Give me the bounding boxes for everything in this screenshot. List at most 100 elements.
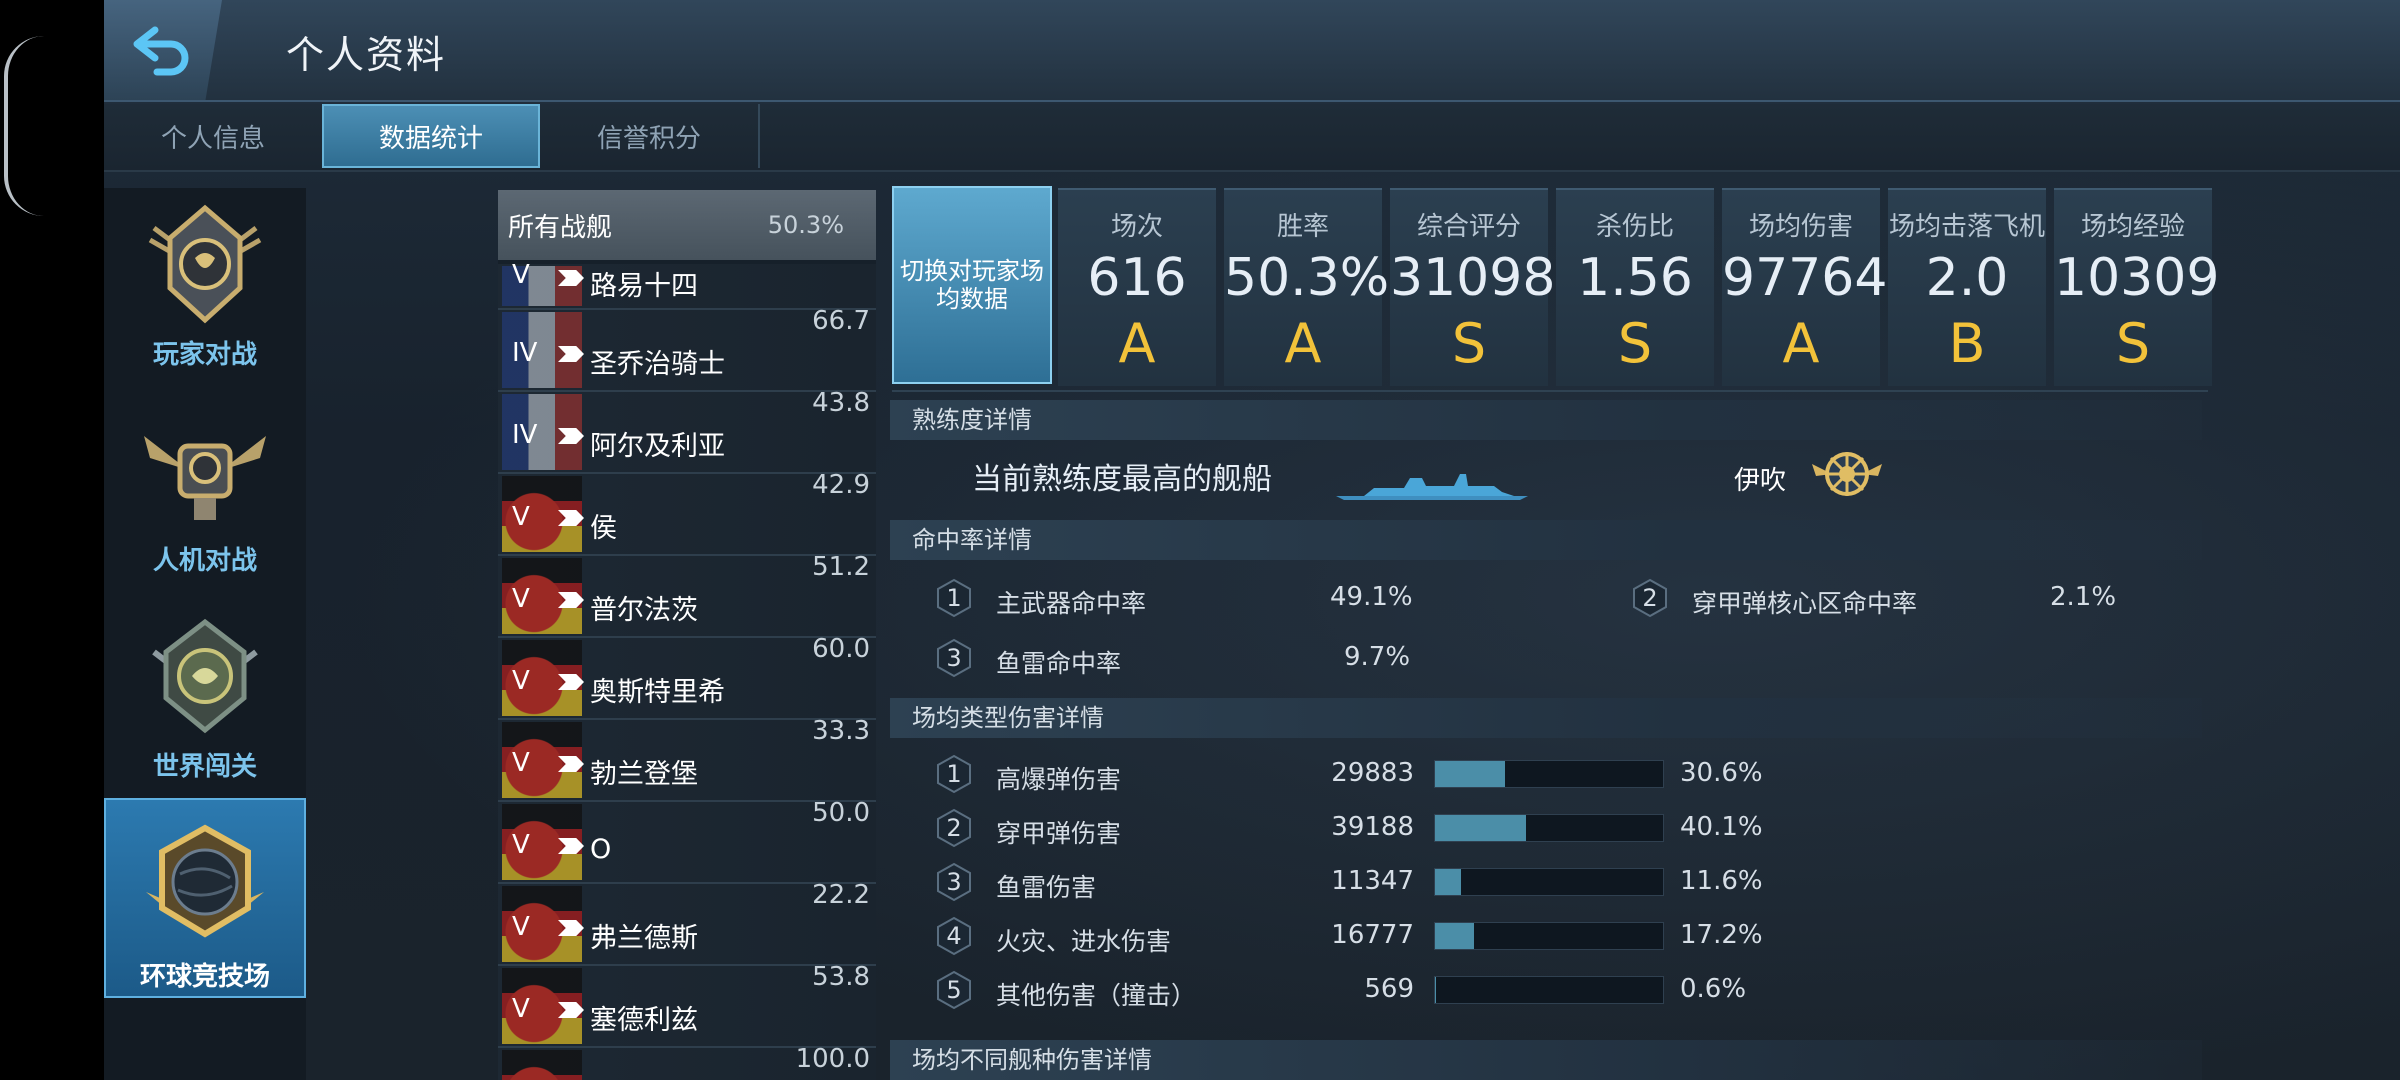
stat-grade: A <box>1118 312 1156 375</box>
ship-type-damage-heading: 场均不同舰种伤害详情 <box>890 1040 2202 1080</box>
back-button[interactable] <box>104 0 222 100</box>
germany-flag-icon <box>502 1050 582 1080</box>
stat-grade: A <box>1284 312 1322 375</box>
ship-name: 勃兰登堡 <box>590 759 698 790</box>
bar-fill <box>1435 977 1437 1003</box>
switch-pvp-average-button[interactable]: 切换对玩家场均数据 <box>892 186 1052 384</box>
stat-label: 场次 <box>1110 212 1163 242</box>
stat-avg-experience: 场均经验 10309 S <box>2054 188 2219 386</box>
mode-global-arena-label: 环球竞技场 <box>139 962 270 992</box>
ship-name: 阿尔及利亚 <box>590 431 725 462</box>
accuracy-rank-badge: 2 <box>1630 578 1670 618</box>
ship-row[interactable]: V 弗兰德斯 22.2 <box>498 880 876 966</box>
ship-row[interactable]: IV 阿尔及利亚 43.8 <box>498 388 876 474</box>
ap-damage-bar <box>1434 814 1664 842</box>
mode-world-stages[interactable]: 世界闯关 <box>104 612 306 802</box>
stat-value: 50.3% <box>1224 248 1390 308</box>
divider <box>892 390 2208 392</box>
stat-grade: B <box>1948 312 1986 375</box>
ship-winrate: 66.7 <box>812 306 870 336</box>
main-gun-accuracy-value: 49.1% <box>1330 582 1413 612</box>
bar-fill <box>1435 815 1527 841</box>
mode-pvp-label: 玩家对战 <box>152 340 257 370</box>
bar-fill <box>1435 869 1462 895</box>
torpedo-accuracy-value: 9.7% <box>1344 642 1411 672</box>
stat-battles: 场次 616 A <box>1058 188 1216 386</box>
damage-rank-badge: 1 <box>934 754 974 794</box>
mode-global-arena[interactable]: 环球竞技场 <box>104 798 306 998</box>
back-arrow-icon <box>133 26 189 76</box>
stat-grade: S <box>1451 312 1487 375</box>
stat-avg-planes-downed: 场均击落飞机 2.0 B <box>1888 188 2046 386</box>
tab-statistics[interactable]: 数据统计 <box>322 104 540 168</box>
ship-tier: V <box>512 748 530 778</box>
ship-tier: V <box>512 260 530 290</box>
ap-damage-label: 穿甲弹伤害 <box>996 819 1122 848</box>
ship-row[interactable]: V 勃兰登堡 33.3 <box>498 716 876 802</box>
ship-name: O <box>590 834 612 865</box>
ship-winrate: 60.0 <box>812 634 870 664</box>
ship-tier: V <box>512 666 530 696</box>
ship-row[interactable]: V 普尔法茨 51.2 <box>498 552 876 638</box>
mode-pve-label: 人机对战 <box>152 546 257 576</box>
mastery-text: 当前熟练度最高的舰船 <box>972 462 1272 497</box>
ship-tier: IV <box>512 420 538 450</box>
stat-label: 场均击落飞机 <box>1888 212 2045 242</box>
stat-value: 310980 <box>1390 248 1589 308</box>
all-ships-label: 所有战舰 <box>508 212 613 243</box>
he-damage-value: 29883 <box>1331 758 1414 788</box>
tab-credit-score[interactable]: 信誉积分 <box>540 104 760 168</box>
ship-row[interactable]: V 塞德利兹 53.8 <box>498 962 876 1048</box>
ship-row[interactable]: IV 圣乔治骑士 66.7 <box>498 306 876 392</box>
ap-damage-value: 39188 <box>1331 812 1414 842</box>
ship-winrate: 53.8 <box>812 962 870 992</box>
stat-kd-ratio: 杀伤比 1.56 S <box>1556 188 1714 386</box>
ship-winrate: 50.0 <box>812 798 870 828</box>
ship-row[interactable]: V 奥斯特里希 60.0 <box>498 634 876 720</box>
ship-list[interactable]: 所有战舰 50.3% V 路易十四 IV 圣乔治骑士 66.7 IV 阿尔及利亚… <box>498 190 876 1080</box>
he-damage-label: 高爆弹伤害 <box>996 765 1122 794</box>
fire-flood-damage-value: 16777 <box>1331 920 1414 950</box>
mode-pve[interactable]: 人机对战 <box>104 406 306 596</box>
ship-silhouette-icon <box>1336 474 1528 500</box>
ship-list-all[interactable]: 所有战舰 50.3% <box>498 190 876 260</box>
torpedo-accuracy-label: 鱼雷命中率 <box>996 649 1122 678</box>
pve-emblem-icon <box>144 436 266 520</box>
damage-rank-badge: 2 <box>934 808 974 848</box>
ap-damage-percent: 40.1% <box>1680 812 1763 842</box>
ship-tier: IV <box>512 338 538 368</box>
page-title: 个人资料 <box>286 33 447 77</box>
mode-pvp[interactable]: 玩家对战 <box>104 200 306 390</box>
ship-name: 奥斯特里希 <box>590 677 725 708</box>
ship-row[interactable]: 100.0 <box>498 1044 876 1080</box>
stat-value: 97764 <box>1722 248 1888 308</box>
world-stages-emblem-icon <box>152 618 258 734</box>
screen-curve <box>4 36 48 216</box>
stat-label: 杀伤比 <box>1595 212 1674 242</box>
ship-name: 弗兰德斯 <box>590 923 698 954</box>
ship-tier: V <box>512 502 530 532</box>
stat-label: 胜率 <box>1276 212 1329 242</box>
ship-winrate: 33.3 <box>812 716 870 746</box>
damage-heading: 场均类型伤害详情 <box>890 698 2202 738</box>
stat-label: 场均伤害 <box>1748 212 1853 242</box>
ship-tier: V <box>512 830 530 860</box>
ship-row[interactable]: V O 50.0 <box>498 798 876 884</box>
stat-value: 1.56 <box>1577 248 1693 308</box>
ap-citadel-accuracy-label: 穿甲弹核心区命中率 <box>1692 589 1918 618</box>
ship-row[interactable]: V 路易十四 <box>498 260 876 310</box>
header-bar: 个人资料 <box>104 0 2400 102</box>
ship-row[interactable]: V 侯 42.9 <box>498 470 876 556</box>
stat-winrate: 胜率 50.3% A <box>1224 188 1390 386</box>
torpedo-damage-percent: 11.6% <box>1680 866 1763 896</box>
he-damage-percent: 30.6% <box>1680 758 1763 788</box>
stat-grade: A <box>1782 312 1820 375</box>
tab-personal-info[interactable]: 个人信息 <box>104 104 322 168</box>
torpedo-damage-label: 鱼雷伤害 <box>996 873 1097 902</box>
ship-winrate: 51.2 <box>812 552 870 582</box>
damage-rank-badge: 3 <box>934 862 974 902</box>
mastery-ship-name: 伊吹 <box>1734 466 1787 496</box>
ship-tier: V <box>512 912 530 942</box>
ship-name: 普尔法茨 <box>590 595 698 626</box>
bar-fill <box>1435 761 1505 787</box>
